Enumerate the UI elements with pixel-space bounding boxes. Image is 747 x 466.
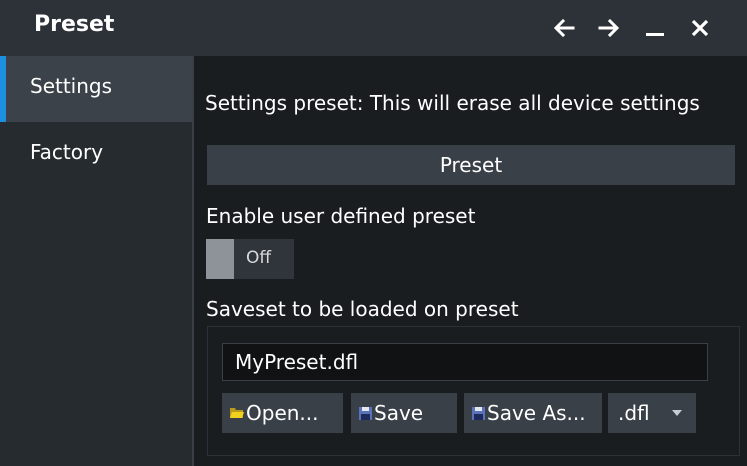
file-extension-value: .dfl bbox=[618, 401, 650, 425]
active-indicator bbox=[0, 56, 6, 122]
chevron-down-icon bbox=[672, 410, 682, 416]
arrow-right-icon bbox=[598, 19, 620, 37]
sidebar: Settings Factory bbox=[0, 56, 192, 466]
toggle-state: Off bbox=[246, 248, 272, 268]
save-as-button-label: Save As... bbox=[487, 401, 586, 425]
open-button-label: Open... bbox=[246, 401, 319, 425]
forward-button[interactable] bbox=[593, 13, 625, 43]
minimize-icon bbox=[646, 33, 664, 36]
arrow-left-icon bbox=[553, 19, 575, 37]
saveset-file-field[interactable] bbox=[222, 343, 708, 381]
save-as-button[interactable]: Save As... bbox=[464, 393, 602, 433]
floppy-disk-icon bbox=[472, 406, 485, 420]
file-extension-dropdown[interactable]: .dfl bbox=[608, 393, 696, 433]
saveset-label: Saveset to be loaded on preset bbox=[206, 297, 519, 321]
back-button[interactable] bbox=[548, 13, 580, 43]
preset-dialog: Preset Settings Factory Settings preset:… bbox=[0, 0, 747, 466]
open-button[interactable]: Open... bbox=[222, 393, 343, 433]
sidebar-item-factory[interactable]: Factory bbox=[0, 122, 192, 188]
user-preset-toggle[interactable]: Off bbox=[206, 239, 294, 279]
save-button[interactable]: Save bbox=[351, 393, 457, 433]
floppy-disk-icon bbox=[359, 406, 372, 420]
close-icon bbox=[691, 19, 709, 37]
saveset-group: Open... Save bbox=[207, 326, 740, 456]
preset-description: Settings preset: This will erase all dev… bbox=[205, 91, 700, 115]
toggle-knob bbox=[206, 239, 234, 279]
sidebar-item-label: Settings bbox=[30, 74, 113, 98]
user-preset-label: Enable user defined preset bbox=[206, 204, 476, 228]
folder-icon bbox=[230, 407, 244, 419]
close-button[interactable] bbox=[684, 13, 716, 43]
sidebar-item-label: Factory bbox=[30, 140, 104, 164]
save-button-label: Save bbox=[374, 401, 424, 425]
settings-panel: Settings preset: This will erase all dev… bbox=[194, 56, 747, 466]
dialog-title: Preset bbox=[34, 12, 115, 37]
minimize-button[interactable] bbox=[639, 13, 671, 43]
title-bar: Preset bbox=[0, 0, 747, 56]
sidebar-item-settings[interactable]: Settings bbox=[0, 56, 192, 122]
preset-button[interactable]: Preset bbox=[207, 145, 735, 185]
